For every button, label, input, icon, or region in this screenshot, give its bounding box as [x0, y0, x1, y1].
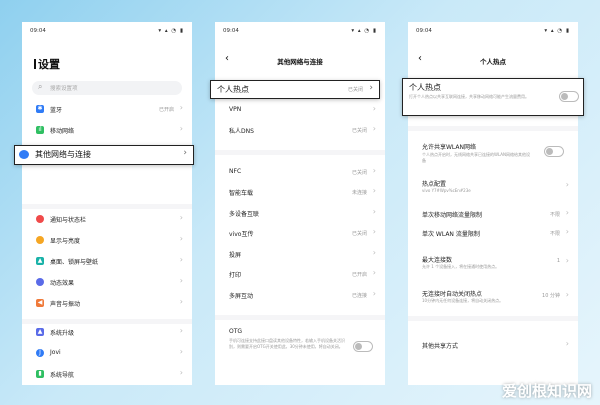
list-item-vpn[interactable]: VPN › — [215, 103, 385, 117]
chevron-right-icon: › — [179, 276, 183, 285]
chevron-right-icon: › — [179, 347, 183, 356]
chevron-right-icon: › — [183, 148, 187, 158]
chevron-right-icon: › — [179, 326, 183, 335]
chevron-right-icon: › — [369, 83, 373, 93]
phone-settings: 09:04 ▾ ▴ ◔ ▮ 设置 ⌕ 搜索设置项 ✱ 蓝牙 已开启 › ıl 移… — [22, 22, 192, 385]
status-time: 09:04 — [416, 28, 432, 34]
chevron-right-icon: › — [565, 339, 569, 348]
list-item-print[interactable]: 打印 已开启 › — [215, 267, 385, 281]
chevron-right-icon: › — [372, 166, 376, 175]
status-time: 09:04 — [223, 28, 239, 34]
status-bar: 09:04 ▾ ▴ ◔ ▮ — [223, 28, 377, 36]
motion-icon — [36, 278, 44, 286]
settings-item-motion[interactable]: 动态效果 › — [22, 275, 192, 289]
watermark: 爱创根知识网 — [501, 382, 592, 400]
list-item-private-dns[interactable]: 私人DNS 已关闭 › — [215, 123, 385, 137]
list-item-multiscreen[interactable]: 多屏互动 已连接 › — [215, 288, 385, 302]
chevron-right-icon: › — [565, 208, 569, 217]
divider — [215, 315, 385, 320]
chevron-right-icon: › — [565, 256, 569, 265]
search-input[interactable]: ⌕ 搜索设置项 — [32, 81, 182, 95]
hotspot-config[interactable]: 热点配置 vivo Y7#Wpv%cEn#23e › — [408, 176, 578, 196]
page-title: 设置 — [34, 56, 60, 72]
chevron-right-icon: › — [179, 255, 183, 264]
status-icons: ▾ ▴ ◔ ▮ — [158, 28, 184, 34]
callout-other-networks[interactable]: 其他网络与连接 › — [14, 145, 194, 165]
hotspot-toggle[interactable] — [559, 91, 579, 102]
list-item-nfc[interactable]: NFC 已关闭 › — [215, 165, 385, 179]
chevron-right-icon: › — [372, 207, 376, 216]
share-wlan-toggle[interactable] — [544, 146, 564, 157]
divider — [408, 316, 578, 321]
callout-personal-hotspot[interactable]: 个人热点 已关闭 › — [210, 80, 380, 99]
bell-icon — [36, 215, 44, 223]
status-bar: 09:04 ▾ ▴ ◔ ▮ — [30, 28, 184, 36]
chevron-right-icon: › — [179, 124, 183, 133]
chevron-right-icon: › — [372, 289, 376, 298]
chevron-right-icon: › — [179, 103, 183, 112]
list-item-vivo-share[interactable]: vivo互传 已关闭 › — [215, 226, 385, 240]
settings-item-navigation[interactable]: ▮ 系统导航 › — [22, 367, 192, 381]
callout-hotspot-toggle[interactable]: 个人热点 打开个人热点以共享互联网连接，共享移动网络可能产生流量费用。 — [402, 78, 584, 116]
list-item-cast[interactable]: 投屏 › — [215, 247, 385, 261]
sun-icon — [36, 236, 44, 244]
page-title: 个人热点 — [480, 58, 506, 66]
signal-bars-icon: ıl — [36, 126, 44, 134]
chevron-right-icon: › — [372, 186, 376, 195]
auto-off-hotspot[interactable]: 无连接时自动关闭热点 10分钟内无任何设备连接，将自动关闭热点。 10 分钟 › — [408, 286, 578, 306]
settings-item-mobile-network[interactable]: ıl 移动网络 › — [22, 123, 192, 137]
chevron-right-icon: › — [372, 227, 376, 236]
divider — [215, 150, 385, 155]
settings-item-sound[interactable]: ◀ 声音与振动 › — [22, 296, 192, 310]
settings-item-display[interactable]: 显示与亮度 › — [22, 233, 192, 247]
settings-item-upgrade[interactable]: ▲ 系统升级 › — [22, 325, 192, 339]
jovi-icon: J — [36, 349, 44, 357]
settings-item-wallpaper[interactable]: ▲ 桌面、锁屏与壁纸 › — [22, 254, 192, 268]
chevron-right-icon: › — [565, 290, 569, 299]
chevron-right-icon: › — [565, 227, 569, 236]
status-bar: 09:04 ▾ ▴ ◔ ▮ — [416, 28, 570, 36]
list-item-car-connect[interactable]: 智能车载 未连接 › — [215, 185, 385, 199]
chevron-right-icon: › — [372, 104, 376, 113]
share-wlan-label: 允许共享WLAN网络 — [422, 144, 477, 151]
chevron-right-icon: › — [372, 124, 376, 133]
chevron-right-icon: › — [565, 180, 569, 189]
search-icon: ⌕ — [38, 82, 43, 91]
list-item-multi-device[interactable]: 多设备互联 › — [215, 206, 385, 220]
page-title: 其他网络与连接 — [277, 58, 323, 66]
divider — [408, 126, 578, 131]
divider — [22, 319, 192, 324]
otg-label: OTG — [229, 328, 243, 335]
phone-personal-hotspot: 09:04 ▾ ▴ ◔ ▮ ‹ 个人热点 允许共享WLAN网络 个人热点开启时，… — [408, 22, 578, 385]
chevron-right-icon: › — [179, 297, 183, 306]
phone-other-networks: 09:04 ▾ ▴ ◔ ▮ ‹ 其他网络与连接 VPN › 私人DNS 已关闭 … — [215, 22, 385, 385]
other-share-methods[interactable]: 其他共享方式 › — [408, 338, 578, 352]
status-time: 09:04 — [30, 28, 46, 34]
otg-toggle[interactable] — [353, 341, 373, 352]
settings-item-jovi[interactable]: J Jovi › — [22, 346, 192, 360]
search-placeholder: 搜索设置项 — [50, 86, 78, 92]
status-icons: ▾ ▴ ◔ ▮ — [351, 28, 377, 34]
upgrade-icon: ▲ — [36, 328, 44, 336]
settings-item-notifications[interactable]: 通知与状态栏 › — [22, 212, 192, 226]
phone-nav-icon: ▮ — [36, 370, 44, 378]
limit-mobile-data[interactable]: 单次移动网络流量限制 不限 › — [408, 207, 578, 221]
bluetooth-icon: ✱ — [36, 105, 44, 113]
network-icon — [19, 150, 29, 159]
mountain-icon: ▲ — [36, 257, 44, 265]
divider — [22, 204, 192, 209]
share-wlan-description: 个人热点开启时，无线网络共享已连接的WLAN网络给其他设备 — [422, 152, 531, 163]
limit-wlan-data[interactable]: 单次 WLAN 流量限制 不限 › — [408, 226, 578, 240]
chevron-right-icon: › — [372, 248, 376, 257]
speaker-icon: ◀ — [36, 299, 44, 307]
otg-description: 手机可连接支持此接口盘读其他设备特性，若输入手机设备关活识别，则需要开启OTG开… — [229, 338, 345, 349]
chevron-right-icon: › — [179, 213, 183, 222]
settings-item-bluetooth[interactable]: ✱ 蓝牙 已开启 › — [22, 102, 192, 116]
chevron-right-icon: › — [179, 368, 183, 377]
max-connections[interactable]: 最大连接数 允许 1 个设备接入，将在接通时使用热点。 1 › — [408, 252, 578, 272]
status-icons: ▾ ▴ ◔ ▮ — [544, 28, 570, 34]
chevron-right-icon: › — [179, 234, 183, 243]
chevron-right-icon: › — [372, 268, 376, 277]
